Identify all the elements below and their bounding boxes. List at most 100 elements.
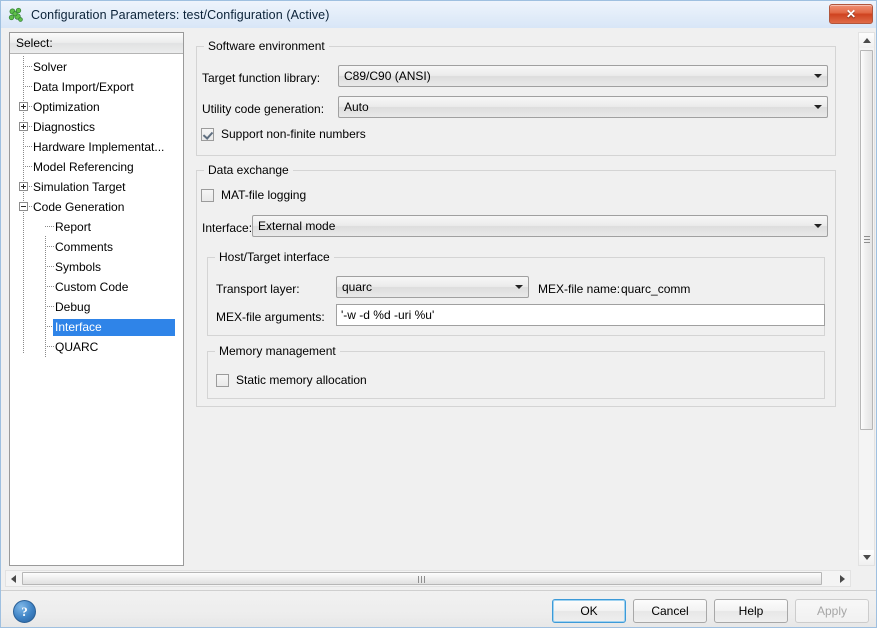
tree-item-model-referencing[interactable]: Model Referencing	[10, 157, 183, 177]
tree-item-label: Data Import/Export	[33, 80, 134, 94]
tree-item-label: Solver	[33, 60, 67, 74]
tree-tick	[45, 246, 54, 247]
scroll-right-button[interactable]	[835, 571, 850, 586]
mex-file-name-label: MEX-file name:	[538, 282, 620, 296]
tree-item-comments[interactable]: Comments	[10, 237, 183, 257]
expand-plus-icon[interactable]	[19, 182, 28, 191]
apply-button: Apply	[795, 599, 869, 623]
transport-layer-value: quarc	[337, 280, 511, 294]
tree-item-debug[interactable]: Debug	[10, 297, 183, 317]
question-mark-glyph: ?	[21, 605, 28, 618]
tree-item-optimization[interactable]: Optimization	[10, 97, 183, 117]
interface-dropdown[interactable]: External mode	[252, 215, 828, 237]
chevron-down-icon[interactable]	[810, 216, 827, 236]
horizontal-scrollbar-thumb[interactable]	[22, 572, 822, 585]
triangle-up-icon	[863, 38, 871, 43]
static-memory-allocation-checkbox[interactable]: Static memory allocation	[216, 373, 367, 387]
interface-value: External mode	[253, 219, 810, 233]
static-memory-allocation-label: Static memory allocation	[236, 373, 367, 387]
tree-item-report[interactable]: Report	[10, 217, 183, 237]
checkbox-checked-icon[interactable]	[201, 128, 214, 141]
close-icon: ✕	[846, 8, 856, 20]
tree-item-symbols[interactable]: Symbols	[10, 257, 183, 277]
tree-item-interface[interactable]: Interface	[10, 317, 183, 337]
tree-item-data-import-export[interactable]: Data Import/Export	[10, 77, 183, 97]
mat-file-logging-checkbox[interactable]: MAT-file logging	[201, 188, 306, 202]
tree-item-hardware-implementation[interactable]: Hardware Implementat...	[10, 137, 183, 157]
mex-file-arguments-input[interactable]: '-w -d %d -uri %u'	[336, 304, 825, 326]
chevron-down-icon[interactable]	[511, 277, 528, 297]
tree-tick	[45, 306, 54, 307]
cancel-button[interactable]: Cancel	[633, 599, 707, 623]
utility-code-generation-dropdown[interactable]: Auto	[338, 96, 828, 118]
chevron-down-icon[interactable]	[810, 66, 827, 86]
collapse-minus-icon[interactable]	[19, 202, 28, 211]
tree-item-label: Comments	[55, 240, 113, 254]
tree-item-label: Interface	[53, 319, 175, 336]
host-target-interface-title: Host/Target interface	[215, 250, 334, 264]
tree-item-solver[interactable]: Solver	[10, 57, 183, 77]
select-tree-body[interactable]: Solver Data Import/Export Optimization D…	[10, 54, 183, 565]
expand-plus-icon[interactable]	[19, 122, 28, 131]
scroll-up-button[interactable]	[859, 33, 874, 48]
tree-item-custom-code[interactable]: Custom Code	[10, 277, 183, 297]
select-tree-header: Select:	[10, 33, 183, 54]
tree-item-label: QUARC	[55, 340, 98, 354]
tree-item-simulation-target[interactable]: Simulation Target	[10, 177, 183, 197]
transport-layer-label: Transport layer:	[216, 282, 300, 296]
tree-tick	[45, 226, 54, 227]
tree-item-diagnostics[interactable]: Diagnostics	[10, 117, 183, 137]
scrollbar-grip-icon	[864, 236, 870, 244]
target-function-library-dropdown[interactable]: C89/C90 (ANSI)	[338, 65, 828, 87]
tree-tick	[45, 266, 54, 267]
checkbox-unchecked-icon[interactable]	[201, 189, 214, 202]
support-non-finite-numbers-label: Support non-finite numbers	[221, 127, 366, 141]
tree-item-label: Simulation Target	[33, 180, 126, 194]
mat-file-logging-label: MAT-file logging	[221, 188, 306, 202]
utility-code-generation-label: Utility code generation:	[202, 102, 324, 116]
mex-file-arguments-label: MEX-file arguments:	[216, 310, 325, 324]
transport-layer-dropdown[interactable]: quarc	[336, 276, 529, 298]
tree-tick	[23, 146, 32, 147]
simulink-icon	[7, 6, 25, 24]
triangle-right-icon	[840, 575, 845, 583]
utility-code-generation-value: Auto	[339, 100, 810, 114]
help-info-icon[interactable]: ?	[13, 600, 36, 623]
horizontal-scrollbar[interactable]	[5, 570, 851, 587]
tree-item-code-generation[interactable]: Code Generation	[10, 197, 183, 217]
triangle-down-icon	[863, 555, 871, 560]
tree-item-quarc[interactable]: QUARC	[10, 337, 183, 357]
tree-item-label: Diagnostics	[33, 120, 95, 134]
vertical-scrollbar[interactable]	[858, 32, 875, 566]
ok-button[interactable]: OK	[552, 599, 626, 623]
tree-item-label: Symbols	[55, 260, 101, 274]
memory-management-title: Memory management	[215, 344, 340, 358]
tree-item-label: Optimization	[33, 100, 100, 114]
title-bar[interactable]: Configuration Parameters: test/Configura…	[1, 1, 877, 28]
chevron-down-icon[interactable]	[810, 97, 827, 117]
scroll-down-button[interactable]	[859, 550, 874, 565]
tree-item-label: Custom Code	[55, 280, 128, 294]
interface-settings-pane: Software environment Target function lib…	[190, 32, 844, 566]
window-title: Configuration Parameters: test/Configura…	[31, 8, 330, 22]
dialog-footer: ? OK Cancel Help Apply	[1, 590, 877, 628]
scrollbar-grip-icon	[418, 576, 426, 583]
software-environment-title: Software environment	[204, 39, 329, 53]
vertical-scrollbar-thumb[interactable]	[860, 50, 873, 430]
help-button[interactable]: Help	[714, 599, 788, 623]
data-exchange-title: Data exchange	[204, 163, 293, 177]
tree-tick	[23, 166, 32, 167]
dialog-client-area: Select:	[1, 28, 877, 590]
tree-item-label: Debug	[55, 300, 90, 314]
tree-tick	[23, 66, 32, 67]
scroll-left-button[interactable]	[6, 571, 21, 586]
expand-plus-icon[interactable]	[19, 102, 28, 111]
checkbox-unchecked-icon[interactable]	[216, 374, 229, 387]
support-non-finite-numbers-checkbox[interactable]: Support non-finite numbers	[201, 127, 366, 141]
close-button[interactable]: ✕	[829, 4, 873, 24]
tree-item-label: Report	[55, 220, 91, 234]
tree-tick	[45, 286, 54, 287]
tree-item-label: Code Generation	[33, 200, 124, 214]
tree-item-label: Model Referencing	[33, 160, 134, 174]
tree-tick	[23, 86, 32, 87]
